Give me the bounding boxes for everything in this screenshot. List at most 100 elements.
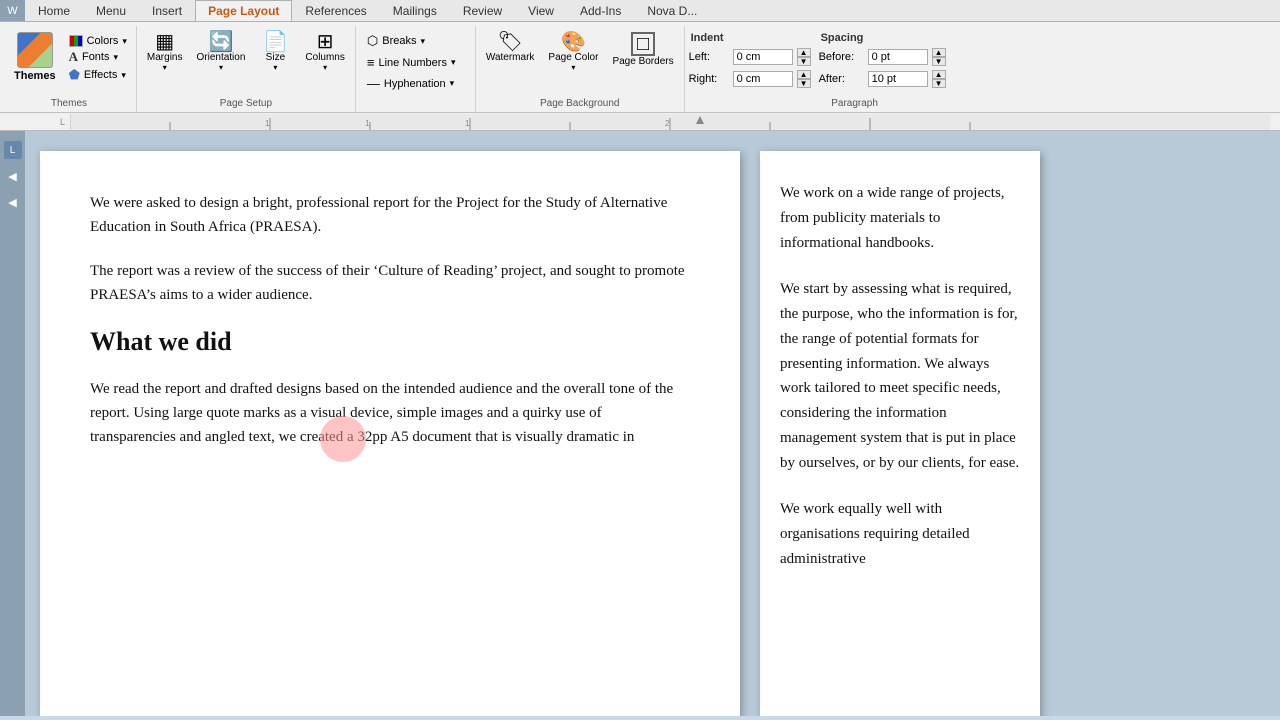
page-color-button[interactable]: 🎨 Page Color ▾	[542, 30, 604, 74]
tab-novad[interactable]: Nova D...	[634, 0, 710, 21]
ruler: L 1 1 1 2	[0, 113, 1280, 131]
themes-group-label: Themes	[8, 96, 130, 112]
spacing-before-input[interactable]	[868, 49, 928, 65]
watermark-label: Watermark	[486, 52, 535, 63]
doc-area: We were asked to design a bright, profes…	[25, 131, 1280, 716]
margins-chevron-icon: ▾	[163, 63, 167, 72]
effects-label: Effects	[84, 69, 117, 81]
doc-page-right: We work on a wide range of projects, fro…	[760, 151, 1040, 716]
breaks-chevron-icon: ▾	[420, 36, 425, 47]
page-color-label: Page Color	[548, 52, 598, 63]
effects-button[interactable]: ⬟ Effects ▾	[66, 66, 130, 84]
colors-button[interactable]: Colors ▾	[66, 34, 130, 48]
svg-text:1: 1	[365, 119, 370, 128]
colors-chevron-icon: ▾	[122, 36, 127, 47]
indent-right-input[interactable]	[733, 71, 793, 87]
left-label: Left:	[689, 51, 729, 63]
indent-left-spinner[interactable]: ▲ ▼	[797, 48, 811, 66]
tab-page-layout[interactable]: Page Layout	[195, 0, 292, 21]
columns-button[interactable]: ⊞ Columns ▾	[299, 30, 350, 74]
line-numbers-chevron-icon: ▾	[451, 57, 456, 68]
right-label: Right:	[689, 73, 729, 85]
margins-label: Margins	[147, 52, 183, 63]
right-para-1: We work on a wide range of projects, fro…	[780, 181, 1020, 255]
ribbon-tabs: W Home Menu Insert Page Layout Reference…	[0, 0, 1280, 22]
tab-addins[interactable]: Add-Ins	[567, 0, 634, 21]
page-background-group: 🏷 Watermark 🎨 Page Color ▾ □ Page Border…	[476, 26, 685, 112]
tab-view[interactable]: View	[515, 0, 567, 21]
fonts-chevron-icon: ▾	[113, 52, 118, 63]
doc-page-left[interactable]: We were asked to design a bright, profes…	[40, 151, 740, 716]
doc-para-2: The report was a review of the success o…	[90, 259, 690, 307]
breaks-icon: ⬡	[367, 33, 378, 49]
right-para-2: We start by assessing what is required, …	[780, 277, 1020, 475]
page-color-chevron-icon: ▾	[571, 63, 575, 72]
breaks-group: ⬡ Breaks ▾ ≡ Line Numbers ▾ — Hyphenatio…	[356, 26, 476, 112]
after-label: After:	[819, 73, 864, 85]
themes-group: Themes Colors ▾ A Fonts ▾	[2, 26, 137, 112]
app-window: W Home Menu Insert Page Layout Reference…	[0, 0, 1280, 716]
orientation-chevron-icon: ▾	[219, 63, 223, 72]
tab-mailings[interactable]: Mailings	[380, 0, 450, 21]
svg-text:1: 1	[265, 119, 270, 128]
orientation-button[interactable]: 🔄 Orientation ▾	[190, 30, 251, 74]
hyphenation-label: Hyphenation	[384, 78, 446, 90]
app-icon[interactable]: W	[0, 0, 25, 21]
paragraph-group: Indent Left: ▲ ▼ Right:	[685, 26, 1025, 112]
svg-text:1: 1	[465, 119, 470, 128]
watermark-button[interactable]: 🏷 Watermark	[480, 30, 541, 65]
indent-right-spinner[interactable]: ▲ ▼	[797, 70, 811, 88]
hyphenation-chevron-icon: ▾	[450, 78, 455, 89]
tab-references[interactable]: References	[292, 0, 379, 21]
hyphenation-icon: —	[367, 76, 380, 91]
doc-para-3: We read the report and drafted designs b…	[90, 377, 690, 449]
page-background-group-label: Page Background	[480, 96, 680, 112]
size-button[interactable]: 📄 Size ▾	[253, 30, 297, 74]
indent-label: Indent	[689, 32, 811, 44]
tab-review[interactable]: Review	[450, 0, 515, 21]
colors-label: Colors	[87, 35, 119, 47]
themes-button[interactable]: Themes	[8, 30, 62, 84]
sidebar-icon-arrow2[interactable]: ◀	[4, 193, 22, 211]
margins-button[interactable]: ▦ Margins ▾	[141, 30, 189, 74]
paragraph-group-label: Paragraph	[689, 96, 1021, 112]
orientation-label: Orientation	[196, 52, 245, 63]
breaks-button[interactable]: ⬡ Breaks ▾	[364, 32, 467, 50]
spacing-after-input[interactable]	[868, 71, 928, 87]
ruler-svg: 1 1 1 2	[70, 114, 1270, 130]
tab-menu[interactable]: Menu	[83, 0, 139, 21]
spacing-before-spinner[interactable]: ▲ ▼	[932, 48, 946, 66]
tab-home[interactable]: Home	[25, 0, 83, 21]
page-borders-button[interactable]: □ Page Borders	[606, 30, 679, 69]
line-numbers-button[interactable]: ≡ Line Numbers ▾	[364, 54, 467, 71]
themes-btn-label: Themes	[14, 70, 56, 82]
before-label: Before:	[819, 51, 864, 63]
line-numbers-label: Line Numbers	[378, 57, 446, 69]
fonts-label: Fonts	[82, 51, 110, 63]
breaks-group-label	[364, 107, 467, 112]
page-borders-label: Page Borders	[612, 56, 673, 67]
columns-label: Columns	[305, 52, 344, 63]
page-setup-group-label: Page Setup	[141, 96, 351, 112]
size-chevron-icon: ▾	[273, 63, 277, 72]
effects-chevron-icon: ▾	[121, 70, 126, 81]
svg-text:2: 2	[665, 119, 670, 128]
main-area: L ◀ ◀ We were asked to design a bright, …	[0, 131, 1280, 716]
line-numbers-icon: ≡	[367, 55, 375, 70]
doc-para-1: We were asked to design a bright, profes…	[90, 191, 690, 239]
hyphenation-button[interactable]: — Hyphenation ▾	[364, 75, 467, 92]
spacing-label: Spacing	[819, 32, 946, 44]
fonts-button[interactable]: A Fonts ▾	[66, 48, 130, 66]
breaks-label: Breaks	[382, 35, 416, 47]
ribbon: Themes Colors ▾ A Fonts ▾	[0, 22, 1280, 113]
right-para-3: We work equally well with organisations …	[780, 497, 1020, 571]
sidebar-icon-arrow[interactable]: ◀	[4, 167, 22, 185]
doc-heading-1: What we did	[90, 327, 690, 357]
indent-left-input[interactable]	[733, 49, 793, 65]
tab-insert[interactable]: Insert	[139, 0, 195, 21]
columns-chevron-icon: ▾	[323, 63, 327, 72]
size-label: Size	[266, 52, 285, 63]
page-setup-group: ▦ Margins ▾ 🔄 Orientation ▾ 📄 Size ▾	[137, 26, 356, 112]
spacing-after-spinner[interactable]: ▲ ▼	[932, 70, 946, 88]
sidebar-icon-l[interactable]: L	[4, 141, 22, 159]
